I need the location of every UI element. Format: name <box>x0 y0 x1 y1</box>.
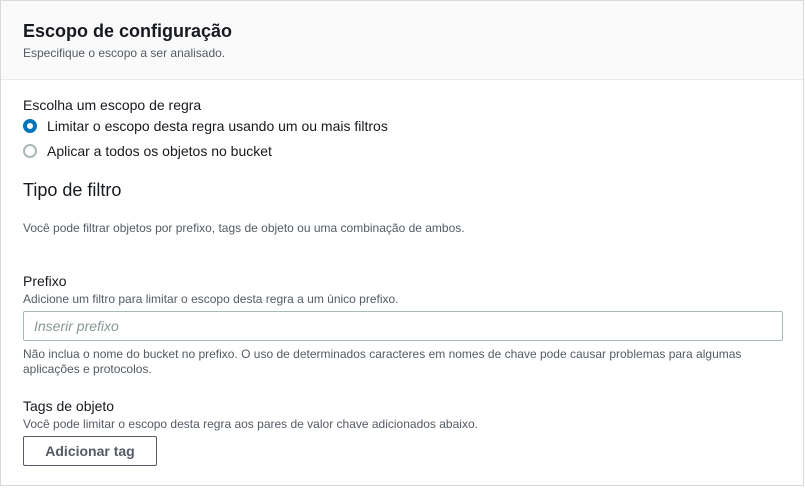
prefix-label: Prefixo <box>23 273 67 289</box>
radio-label-limit-scope[interactable]: Limitar o escopo desta regra usando um o… <box>47 118 388 134</box>
panel-header: Escopo de configuração Especifique o esc… <box>1 1 803 80</box>
radio-apply-all[interactable]: Aplicar a todos os objetos no bucket <box>23 142 272 160</box>
rule-scope-label: Escolha um escopo de regra <box>23 97 202 113</box>
filter-type-title: Tipo de filtro <box>23 180 122 200</box>
prefix-help-text: Não inclua o nome do bucket no prefixo. … <box>23 347 742 376</box>
radio-button-unselected[interactable] <box>23 144 37 158</box>
object-tags-label: Tags de objeto <box>23 398 115 414</box>
prefix-input[interactable] <box>23 311 783 341</box>
radio-button-selected[interactable] <box>23 119 37 133</box>
radio-limit-scope[interactable]: Limitar o escopo desta regra usando um o… <box>23 117 388 135</box>
scope-config-panel: Escopo de configuração Especifique o esc… <box>0 0 804 486</box>
panel-title: Escopo de configuração <box>23 21 233 41</box>
prefix-description: Adicione um filtro para limitar o escopo… <box>23 292 399 306</box>
add-tag-button[interactable]: Adicionar tag <box>23 436 157 466</box>
radio-label-apply-all[interactable]: Aplicar a todos os objetos no bucket <box>47 143 272 159</box>
object-tags-description: Você pode limitar o escopo desta regra a… <box>23 417 478 431</box>
filter-type-description: Você pode filtrar objetos por prefixo, t… <box>23 221 465 235</box>
panel-description: Especifique o escopo a ser analisado. <box>23 46 226 60</box>
